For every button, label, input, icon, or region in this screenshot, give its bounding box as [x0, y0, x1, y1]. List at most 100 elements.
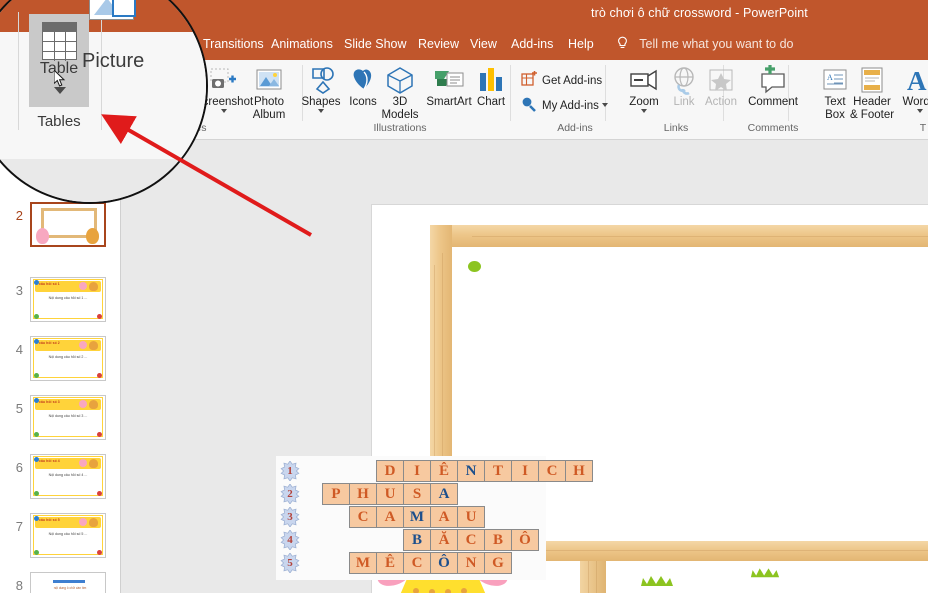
slide-thumbnail-panel[interactable]: 2 3 câu hỏi số 1 Nội dung câu hỏi số 1 ... 4…: [0, 140, 121, 593]
slide-number: 3: [15, 283, 23, 298]
red-dot-icon: [97, 550, 102, 555]
wordart-button[interactable]: AWordA: [891, 62, 928, 113]
crossword-cell: N: [457, 552, 485, 574]
my-addins-icon: [521, 96, 537, 112]
crossword-cell: I: [403, 460, 431, 482]
slide-thumbnail-4[interactable]: 4 câu hỏi số 2 Nội dung câu hỏi số 2 ...: [0, 336, 121, 386]
crossword-cell: D: [376, 460, 404, 482]
slide-thumbnail-preview[interactable]: [30, 202, 106, 247]
crossword-cell: C: [349, 506, 377, 528]
tables-group-label: Tables: [37, 113, 81, 130]
picture-button-label: Picture: [82, 50, 145, 72]
blue-dot-icon: [34, 339, 39, 344]
ribbon-tab-slide-show[interactable]: Slide Show: [344, 32, 407, 56]
ribbon-tab-transitions[interactable]: Transitions: [203, 32, 264, 56]
header-footer-icon: [855, 65, 889, 95]
red-dot-icon: [97, 314, 102, 319]
3d-models-label-2: Models: [381, 108, 419, 121]
crossword-cell: G: [484, 552, 512, 574]
tell-me-search[interactable]: Tell me what you want to do: [616, 36, 794, 56]
crossword-cell: Ă: [430, 529, 458, 551]
get-add-ins-label: Get Add-ins: [542, 75, 603, 87]
chevron-down-icon[interactable]: [917, 108, 923, 113]
green-dot-icon: [34, 432, 39, 437]
ribbon-tab-help[interactable]: Help: [568, 32, 594, 56]
chevron-down-icon[interactable]: [641, 108, 647, 113]
ribbon-tab-animations[interactable]: Animations: [271, 32, 333, 56]
final-slide-text: nội dung ô chữ cần tìm: [53, 586, 87, 590]
crossword-cell: P: [322, 483, 350, 505]
slide-thumbnail-8[interactable]: 8 nội dung ô chữ cần tìm: [0, 572, 121, 593]
mini-bear-icon: [89, 459, 98, 468]
chevron-down-icon[interactable]: [601, 103, 608, 107]
wood-grain-line: [472, 236, 928, 237]
my-add-ins-label: My Add-ins: [542, 100, 599, 112]
my-add-ins-button[interactable]: My Add-ins: [521, 95, 608, 117]
comment-button[interactable]: Comment: [744, 62, 802, 109]
photo-album-icon: [252, 65, 286, 95]
question-header: câu hỏi số 5: [35, 517, 101, 528]
slide-number: 4: [15, 342, 23, 357]
powerpoint-window: trò chơi ô chữ crossword - PowerPoint nT…: [0, 0, 928, 593]
question-title: câu hỏi số 5: [39, 518, 60, 522]
blue-dot-icon: [34, 398, 39, 403]
crossword-row-badge-3: 3: [280, 506, 300, 528]
thumbnail-content: câu hỏi số 1 Nội dung câu hỏi số 1 ...: [31, 278, 105, 321]
slide-thumbnail-preview[interactable]: nội dung ô chữ cần tìm: [30, 572, 106, 593]
slide-thumbnail-2[interactable]: 2: [0, 202, 121, 252]
photo-album-label-2: Album: [252, 108, 286, 121]
crossword-cell: T: [484, 460, 512, 482]
crossword-cell: A: [430, 506, 458, 528]
mini-bear-icon: [89, 341, 98, 350]
ribbon-tab-review[interactable]: Review: [418, 32, 459, 56]
crossword-cell: H: [565, 460, 593, 482]
blue-dot-icon: [34, 280, 39, 285]
question-title: câu hỏi số 2: [39, 341, 60, 345]
slide-thumbnail-preview[interactable]: câu hỏi số 4 Nội dung câu hỏi số 4 ...: [30, 454, 106, 499]
question-header: câu hỏi số 3: [35, 399, 101, 410]
question-header: câu hỏi số 2: [35, 340, 101, 351]
ribbon-tab-add-ins[interactable]: Add-ins: [511, 32, 553, 56]
get-addins-icon: [521, 70, 537, 87]
table-dropdown-caret[interactable]: [54, 87, 66, 94]
magnified-workspace: [0, 159, 206, 202]
get-add-ins-button[interactable]: Get Add-ins: [521, 70, 602, 92]
crossword-row-number: 4: [287, 534, 293, 546]
ribbon-group-label: Links: [663, 122, 689, 134]
crossword-row-badge-1: 1: [280, 460, 300, 482]
crossword-row-number: 2: [287, 488, 293, 500]
svg-text:A: A: [827, 73, 833, 82]
slide-thumbnail-preview[interactable]: câu hỏi số 1 Nội dung câu hỏi số 1 ...: [30, 277, 106, 322]
question-title: câu hỏi số 3: [39, 400, 60, 404]
slide-thumbnail-preview[interactable]: câu hỏi số 5 Nội dung câu hỏi số 5 ...: [30, 513, 106, 558]
chart-button[interactable]: Chart: [462, 62, 520, 109]
slide-thumbnail-3[interactable]: 3 câu hỏi số 1 Nội dung câu hỏi số 1 ...: [0, 277, 121, 327]
question-body: Nội dung câu hỏi số 1 ...: [48, 296, 88, 300]
crossword-cell: I: [511, 460, 539, 482]
mini-rabbit-icon: [79, 400, 87, 408]
question-body: Nội dung câu hỏi số 4 ...: [48, 473, 88, 477]
crossword-cell: S: [403, 483, 431, 505]
crossword-cell: U: [457, 506, 485, 528]
chevron-down-icon[interactable]: [318, 108, 324, 113]
wood-grain-line: [596, 561, 597, 593]
slide-thumbnail-7[interactable]: 7 câu hỏi số 5 Nội dung câu hỏi số 5 ...: [0, 513, 121, 563]
action-button[interactable]: Action: [692, 62, 750, 109]
ribbon-group-label: Add-ins: [557, 122, 593, 134]
slide-thumbnail-preview[interactable]: câu hỏi số 2 Nội dung câu hỏi số 2 ...: [30, 336, 106, 381]
slide-thumbnail-preview[interactable]: câu hỏi số 3 Nội dung câu hỏi số 3 ...: [30, 395, 106, 440]
ribbon-tab-view[interactable]: View: [470, 32, 497, 56]
crossword-grid[interactable]: 1DIÊNTICH2PHUSA3CAMAU4BĂCBÔ5MÊCÔNG: [276, 456, 593, 580]
crossword-cell: M: [403, 506, 431, 528]
comment-icon: [756, 65, 790, 95]
grass-tuft: [641, 576, 673, 586]
mini-bear-icon: [89, 400, 98, 409]
slide-thumbnail-5[interactable]: 5 câu hỏi số 3 Nội dung câu hỏi số 3 ...: [0, 395, 121, 445]
table-icon: [42, 22, 77, 61]
blue-dot-icon: [34, 457, 39, 462]
photo-album-button[interactable]: Photo Album: [240, 62, 298, 121]
slide-thumbnail-6[interactable]: 6 câu hỏi số 4 Nội dung câu hỏi số 4 ...: [0, 454, 121, 504]
red-dot-icon: [97, 491, 102, 496]
chevron-down-icon[interactable]: [221, 108, 227, 113]
question-header: câu hỏi số 1: [35, 281, 101, 292]
